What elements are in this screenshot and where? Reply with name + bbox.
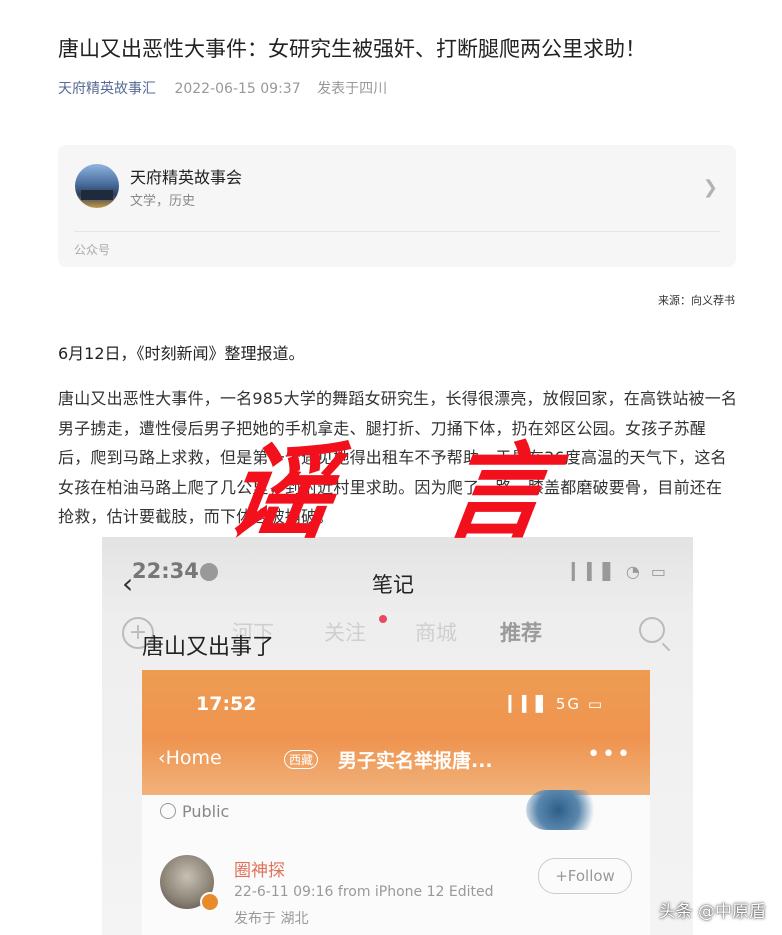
embedded-screenshot: ‹ 22:34 笔记 ▎▍▋ ◔ ▭ + 河下 关注 商城 推荐 唐山又出事了 …: [102, 537, 693, 935]
source-label: 来源：向义荐书: [658, 294, 735, 307]
account-type-label: 公众号: [74, 243, 111, 257]
system-status-icons: ▎▍▋ ◔ ▭: [571, 562, 669, 581]
account-link[interactable]: 天府精英故事汇: [58, 81, 156, 97]
globe-icon: [160, 803, 176, 819]
publish-location: 发表于四川: [317, 81, 388, 97]
publish-date: 2022-06-15 09:37: [174, 81, 301, 97]
visibility-label: Public: [160, 802, 229, 821]
visibility-text: Public: [182, 802, 230, 821]
account-card-tags: 文学，历史: [130, 194, 196, 209]
verified-badge-icon: [200, 892, 220, 912]
card-divider: [74, 231, 720, 232]
account-avatar: [75, 164, 119, 208]
region-badge: 西藏: [284, 750, 319, 769]
account-card-name: 天府精英故事会: [130, 168, 243, 187]
inner-header: [142, 670, 650, 795]
notification-dot: [379, 615, 387, 623]
inner-back-home: ‹Home: [158, 747, 222, 769]
status-time: 22:34: [132, 559, 199, 583]
account-card[interactable]: 天府精英故事会 文学，历史 ❯ 公众号: [58, 145, 736, 267]
post-location: 发布于 湖北: [234, 911, 309, 927]
search-icon: [639, 617, 665, 643]
post-info: 22-6-11 09:16 from iPhone 12 Edited: [234, 884, 494, 900]
inner-screenshot: 17:52 ▎▍▋ 5G ▭ ‹Home 西藏 男子实名举报唐... ••• P…: [142, 670, 650, 935]
more-icon: •••: [587, 742, 632, 767]
rumor-stamp-1: 谣: [219, 431, 341, 553]
home-label: Home: [165, 747, 222, 769]
tab-3: 商城: [415, 621, 457, 645]
paragraph-2: 唐山又出恶性大事件，一名985大学的舞蹈女研究生，长得很漂亮，放假回家，在高铁站…: [58, 389, 738, 526]
inner-title: 男子实名举报唐...: [338, 750, 493, 772]
paragraph-1: 6月12日，《时刻新闻》整理报道。: [58, 344, 305, 363]
chevron-right-icon: ❯: [702, 177, 718, 198]
user-name: 圈神探: [234, 861, 285, 881]
follow-button: +Follow: [538, 858, 632, 894]
article-title: 唐山又出恶性大事件：女研究生被强奸、打断腿爬两公里求助！: [58, 37, 646, 61]
network-label: 5G: [555, 695, 582, 713]
inner-status: ▎▍▋ 5G ▭: [508, 695, 604, 713]
note-title: 唐山又出事了: [142, 635, 275, 660]
status-icon: [200, 563, 218, 581]
rumor-stamp-2: 言: [436, 431, 558, 553]
decorative-image: [526, 790, 606, 830]
notes-heading: 笔记: [372, 573, 414, 597]
tab-4: 推荐: [500, 621, 542, 645]
watermark: 头条 @中原盾: [658, 902, 766, 922]
article-meta: 天府精英故事汇 2022-06-15 09:37 发表于四川: [58, 78, 387, 98]
tab-2: 关注: [324, 621, 366, 645]
inner-time: 17:52: [196, 693, 257, 715]
